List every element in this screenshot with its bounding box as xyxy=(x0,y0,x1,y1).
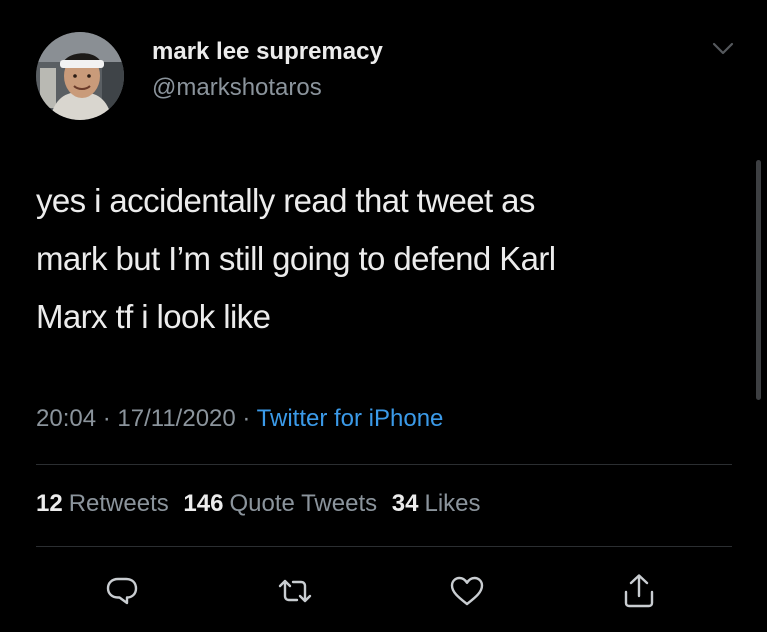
avatar-photo xyxy=(36,32,124,120)
retweets-label: Retweets xyxy=(68,490,169,517)
quote-tweets-label: Quote Tweets xyxy=(229,490,378,517)
quote-tweets-stat[interactable]: 146 Quote Tweets xyxy=(183,490,377,517)
chevron-down-icon xyxy=(712,42,734,55)
likes-count: 34 xyxy=(391,490,419,517)
tweet-source-link[interactable]: Twitter for iPhone xyxy=(257,405,444,432)
divider xyxy=(36,546,732,547)
retweet-icon xyxy=(278,579,312,603)
like-button[interactable] xyxy=(446,570,488,612)
more-options-button[interactable] xyxy=(706,36,740,62)
meta-separator: · xyxy=(242,405,251,432)
retweets-stat[interactable]: 12 Retweets xyxy=(36,490,169,517)
tweet-time[interactable]: 20:04 xyxy=(36,405,96,432)
tweet-meta: 20:04 · 17/11/2020 · Twitter for iPhone xyxy=(36,405,443,433)
retweets-count: 12 xyxy=(36,490,63,517)
divider xyxy=(36,464,732,465)
share-button[interactable] xyxy=(618,570,660,612)
retweet-button[interactable] xyxy=(274,570,316,612)
meta-separator: · xyxy=(102,405,111,432)
tweet-actions xyxy=(0,570,767,612)
avatar[interactable] xyxy=(36,32,124,120)
scrollbar[interactable] xyxy=(756,160,761,400)
reply-button[interactable] xyxy=(101,570,143,612)
quote-tweets-count: 146 xyxy=(183,490,224,517)
author-handle[interactable]: @markshotaros xyxy=(152,74,322,102)
tweet-stats: 12 Retweets 146 Quote Tweets 34 Likes xyxy=(36,490,489,518)
share-icon xyxy=(624,574,654,608)
likes-label: Likes xyxy=(424,490,481,517)
tweet-text: yes i accidentally read that tweet as ma… xyxy=(36,182,556,335)
likes-stat[interactable]: 34 Likes xyxy=(392,490,481,517)
tweet-card: mark lee supremacy @markshotaros yes i a… xyxy=(0,0,767,632)
heart-icon xyxy=(450,576,484,606)
reply-icon xyxy=(106,577,138,605)
author-display-name[interactable]: mark lee supremacy xyxy=(152,38,383,66)
tweet-date[interactable]: 17/11/2020 xyxy=(117,405,235,432)
